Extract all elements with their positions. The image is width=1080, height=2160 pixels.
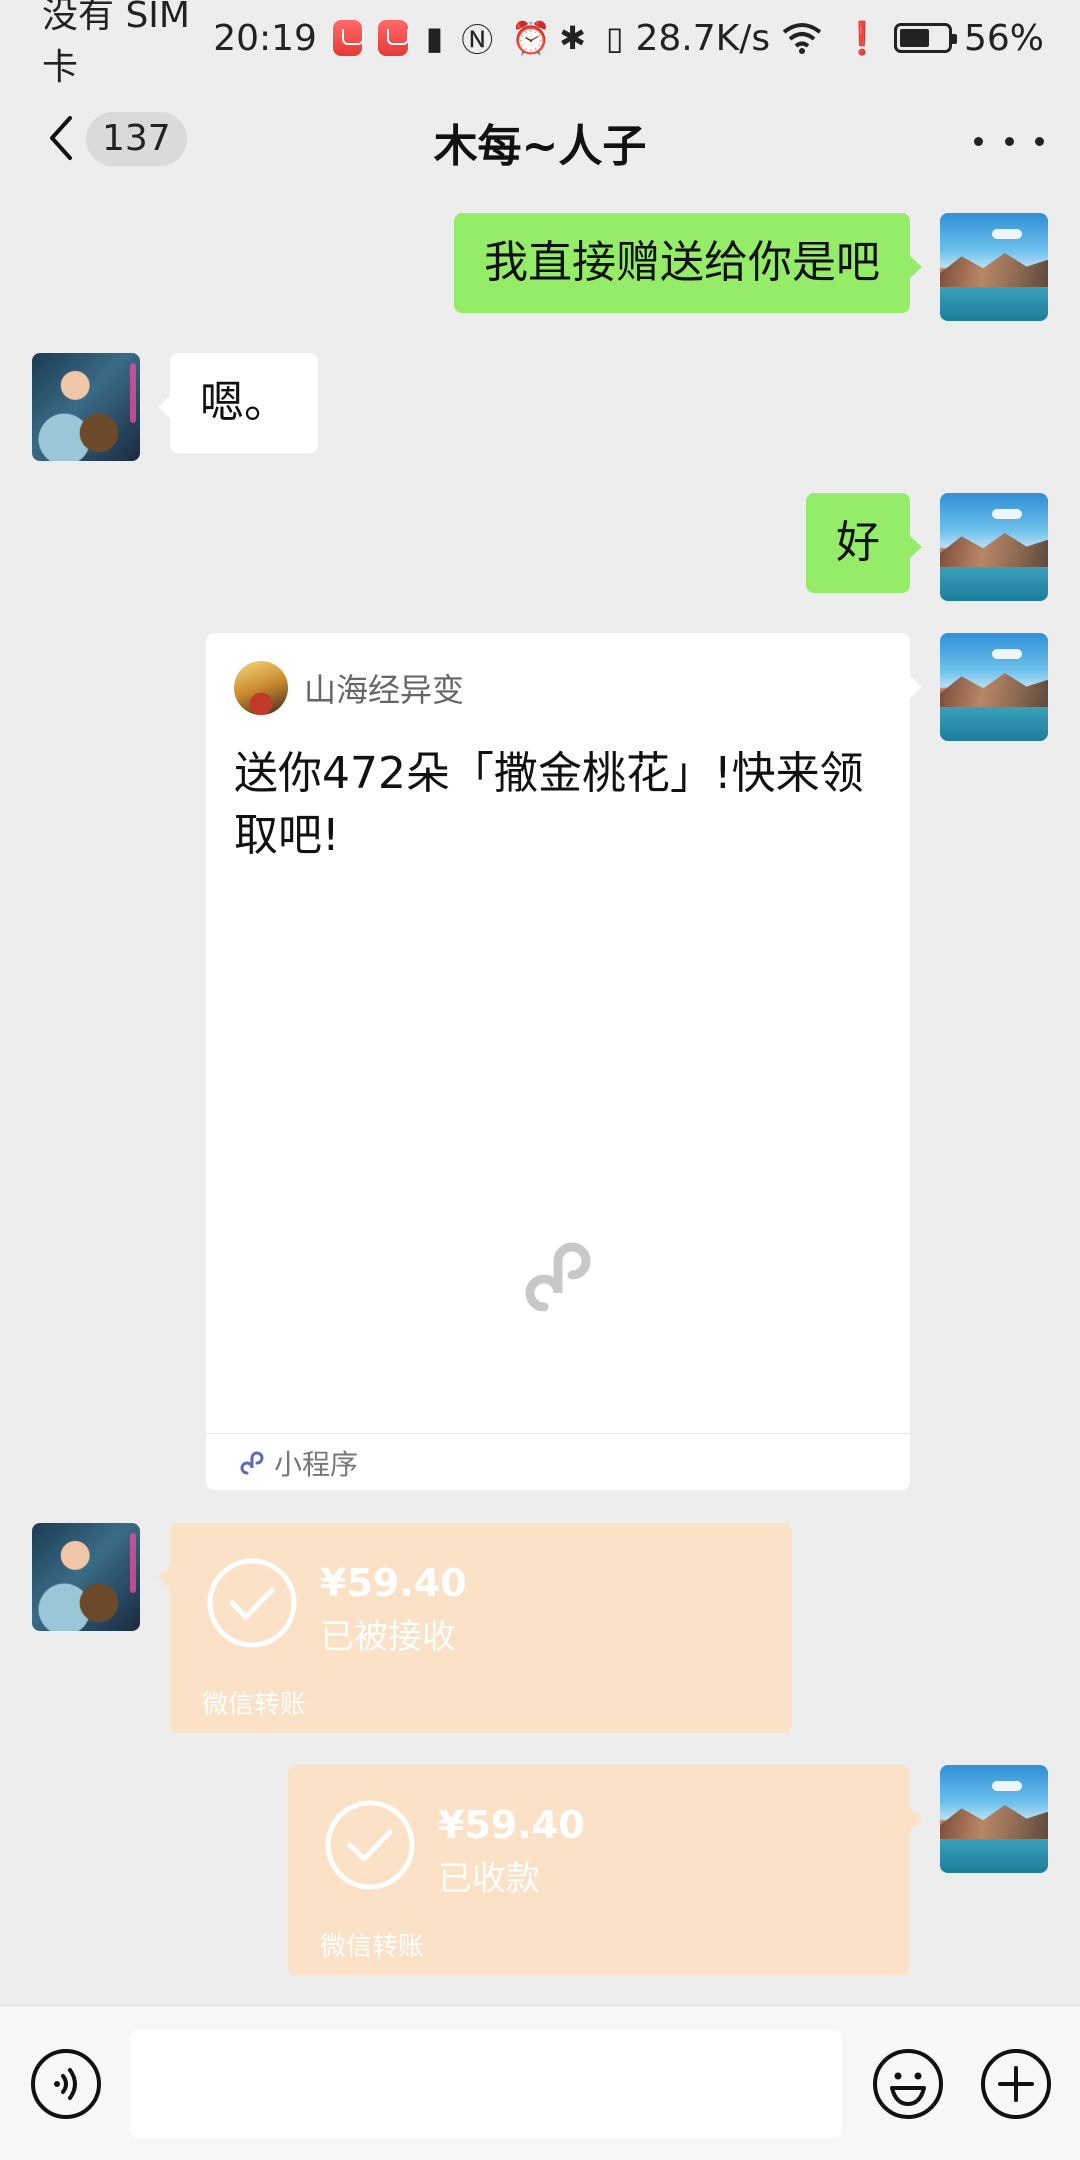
self-avatar[interactable]: [940, 493, 1048, 601]
transfer-status: 已被接收: [320, 1617, 456, 1657]
more-options-button[interactable]: [974, 116, 1044, 166]
huawei-store-icon-2: [378, 20, 410, 56]
more-dot: [974, 136, 983, 146]
voice-input-icon[interactable]: [30, 2048, 102, 2120]
battery-percent: 56%: [963, 17, 1044, 59]
status-bar: 没有 SIM 卡 20:19 ▮ Ⓝ ⏰ ✱ ▯ 28.7K/s ❗ 56%: [0, 0, 1080, 88]
card-divider: [206, 1433, 910, 1434]
network-speed: 28.7K/s: [635, 17, 771, 59]
emoji-icon[interactable]: [872, 2048, 944, 2120]
mini-program-label: 小程序: [274, 1448, 359, 1481]
nfc-icon: Ⓝ: [461, 21, 494, 59]
chat-title: 木每~人子: [433, 121, 647, 172]
battery-alert-icon: ▮: [425, 19, 444, 57]
battery-icon: [893, 23, 957, 53]
vibrate-icon: ▯: [605, 19, 624, 57]
message-bubble-other[interactable]: 嗯。: [158, 353, 318, 453]
wifi-icon: [782, 23, 822, 54]
transfer-card-other[interactable]: ¥59.40 已被接收 微信转账: [158, 1523, 792, 1733]
clock: 20:19: [213, 17, 317, 59]
alarm-icon: ⏰: [511, 19, 552, 57]
transfer-amount: ¥59.40: [438, 1803, 585, 1847]
input-bar: [0, 2005, 1080, 2160]
plus-icon[interactable]: [980, 2048, 1052, 2120]
mini-program-card[interactable]: 山海经异变 送你472朵「撒金桃花」!快来领取吧! 小程序: [206, 633, 922, 1490]
message-input[interactable]: [130, 2030, 842, 2138]
transfer-amount: ¥59.40: [320, 1561, 467, 1605]
self-avatar[interactable]: [940, 1765, 1048, 1873]
mini-program-title: 送你472朵「撒金桃花」!快来领取吧!: [234, 748, 864, 861]
message-list[interactable]: 我直接赠送给你是吧 嗯。 好 山海经异变 送你472朵「撒金桃花」!快来领取吧!…: [0, 200, 1080, 2005]
mini-program-header: 山海经异变: [234, 661, 464, 715]
transfer-label: 微信转账: [320, 1932, 425, 1962]
contact-avatar[interactable]: [32, 353, 140, 461]
self-avatar[interactable]: [940, 633, 1048, 741]
mini-program-footer: 小程序: [238, 1443, 358, 1483]
bluetooth-icon: ✱: [559, 19, 586, 57]
contact-avatar[interactable]: [32, 1523, 140, 1631]
more-dot: [1035, 136, 1044, 146]
chat-header: 137 木每~人子: [0, 76, 1080, 200]
message-bubble-self[interactable]: 好: [806, 493, 922, 593]
transfer-card-self[interactable]: ¥59.40 已收款 微信转账: [288, 1765, 922, 1975]
mini-program-name: 山海经异变: [304, 671, 465, 709]
message-bubble-self[interactable]: 我直接赠送给你是吧: [454, 213, 922, 313]
check-circle-icon: [207, 1558, 297, 1648]
transfer-label: 微信转账: [202, 1690, 307, 1720]
huawei-store-icon: [332, 20, 365, 56]
check-circle-icon: [325, 1800, 415, 1890]
self-avatar[interactable]: [940, 213, 1048, 321]
transfer-status: 已收款: [438, 1859, 540, 1899]
mini-program-icon: [240, 1451, 264, 1475]
status-right: ✱ ▯ 28.7K/s ❗ 56%: [551, 18, 1044, 59]
alert-icon: ❗: [842, 19, 882, 57]
mini-program-placeholder-icon: [525, 1242, 591, 1312]
mini-program-logo-icon: [234, 661, 288, 715]
more-dot: [1004, 136, 1014, 146]
